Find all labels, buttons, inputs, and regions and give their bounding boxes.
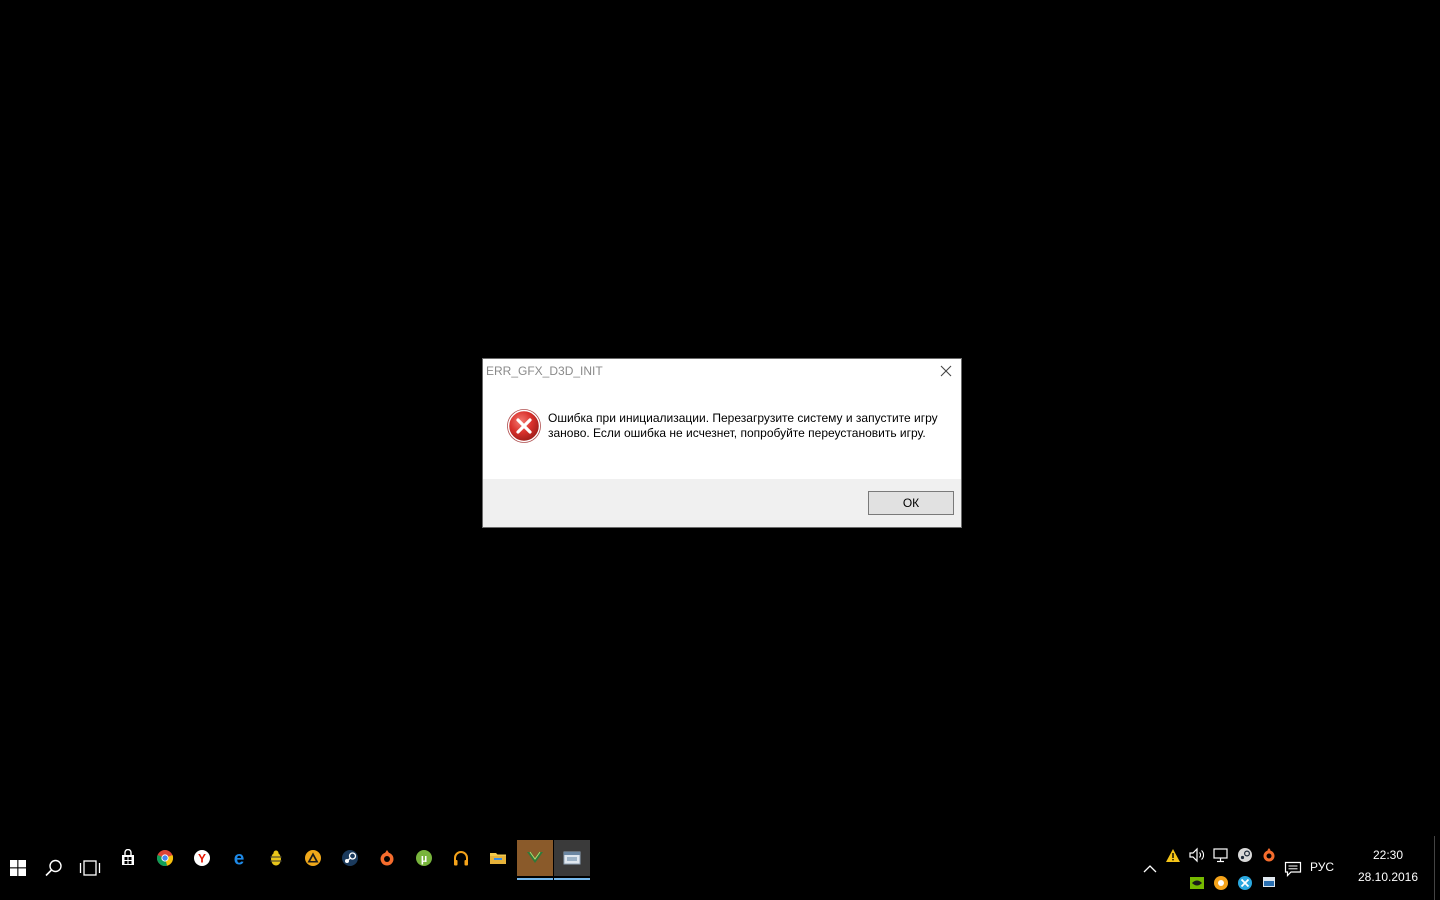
- dialog-content: Ошибка при инициализации. Перезагрузите …: [483, 383, 961, 481]
- utorrent-icon: µ: [416, 850, 432, 866]
- close-button[interactable]: [931, 359, 961, 383]
- ok-button[interactable]: ОК: [868, 491, 954, 515]
- clock[interactable]: 22:30 28.10.2016: [1352, 844, 1424, 888]
- store-icon: [122, 849, 134, 865]
- tray-network[interactable]: [1212, 846, 1230, 864]
- dialog-message: Ошибка при инициализации. Перезагрузите …: [548, 411, 938, 440]
- clock-time: 22:30: [1372, 848, 1404, 862]
- show-desktop-button[interactable]: [1434, 836, 1440, 900]
- edge-icon: e: [234, 849, 245, 867]
- chrome-icon: [157, 850, 174, 866]
- app-triangle-icon: [305, 850, 321, 866]
- chevron-up-icon: [1143, 865, 1157, 873]
- action-center-button[interactable]: [1284, 860, 1302, 878]
- yandex-browser-icon: Y: [194, 850, 210, 866]
- task-view-button[interactable]: [72, 836, 108, 900]
- tray-volume[interactable]: [1188, 846, 1206, 864]
- language-indicator[interactable]: РУС: [1310, 860, 1334, 874]
- active-app-indicator: [517, 878, 553, 880]
- dialog-footer: ОК: [483, 479, 961, 527]
- svg-text:µ: µ: [421, 853, 427, 865]
- taskbar: Y e µ: [0, 836, 1440, 900]
- taskbar-app-utorrent[interactable]: µ: [406, 840, 442, 876]
- taskbar-app-origin[interactable]: [369, 840, 405, 876]
- taskbar-app-dialog[interactable]: [554, 840, 590, 880]
- dialog-title: ERR_GFX_D3D_INIT: [486, 364, 603, 378]
- close-icon: [940, 365, 952, 377]
- tray-yellow-app[interactable]: [1212, 874, 1230, 892]
- error-dialog: ERR_GFX_D3D_INIT Ошибка при инициализаци…: [482, 358, 962, 528]
- taskbar-app-chrome[interactable]: [147, 840, 183, 876]
- taskbar-app-steam[interactable]: [332, 840, 368, 876]
- svg-text:Y: Y: [198, 852, 206, 866]
- show-hidden-icons-button[interactable]: [1141, 860, 1159, 878]
- tray-nvidia[interactable]: [1188, 874, 1206, 892]
- active-app-indicator: [554, 878, 590, 880]
- origin-tray-icon: [1263, 848, 1275, 862]
- taskbar-app-yellow[interactable]: [258, 840, 294, 876]
- dialog-window-icon: [563, 851, 581, 865]
- start-button[interactable]: [0, 836, 36, 900]
- task-view-icon: [79, 860, 101, 876]
- warning-icon: [1166, 848, 1180, 862]
- search-button[interactable]: [36, 836, 72, 900]
- yellow-tray-icon: [1214, 876, 1228, 890]
- taskbar-app-gta[interactable]: [517, 840, 553, 880]
- windows-start-icon: [10, 860, 26, 876]
- error-icon: [507, 409, 541, 443]
- gta-game-icon: [527, 851, 543, 863]
- tray-steam[interactable]: [1236, 846, 1254, 864]
- taskbar-app-store[interactable]: [110, 840, 146, 876]
- steam-tray-icon: [1238, 848, 1252, 862]
- nvidia-icon: [1190, 877, 1204, 889]
- app-yellow-icon: [270, 850, 282, 866]
- headphones-icon: [454, 851, 468, 866]
- file-explorer-icon: [490, 853, 506, 864]
- clock-date: 28.10.2016: [1357, 870, 1419, 884]
- taskbar-app-headphones[interactable]: [443, 840, 479, 876]
- svg-text:e: e: [234, 849, 245, 867]
- taskbar-app-triangle[interactable]: [295, 840, 331, 876]
- network-icon: [1213, 848, 1228, 863]
- origin-icon: [380, 850, 394, 866]
- taskbar-app-yandex[interactable]: Y: [184, 840, 220, 876]
- search-icon: [45, 859, 62, 877]
- volume-icon: [1189, 847, 1204, 863]
- dialog-titlebar[interactable]: ERR_GFX_D3D_INIT: [483, 359, 961, 383]
- taskbar-app-edge[interactable]: e: [221, 840, 257, 876]
- tray-blue-app[interactable]: [1236, 874, 1254, 892]
- monitor-tray-icon: [1263, 877, 1275, 887]
- steam-icon: [342, 850, 358, 866]
- action-center-icon: [1284, 861, 1302, 877]
- tray-warning[interactable]: [1164, 846, 1182, 864]
- blue-tray-icon: [1238, 876, 1252, 890]
- tray-origin[interactable]: [1260, 846, 1278, 864]
- tray-monitor-app[interactable]: [1260, 874, 1278, 892]
- taskbar-app-explorer[interactable]: [480, 840, 516, 876]
